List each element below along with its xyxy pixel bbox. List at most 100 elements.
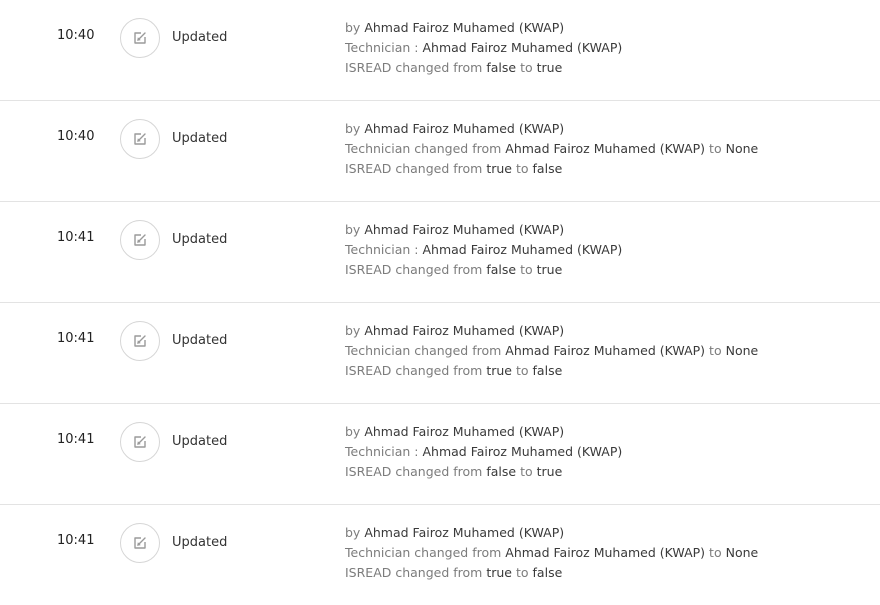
edit-icon [120,119,160,159]
changed-by-line: by Ahmad Fairoz Muhamed (KWAP) [345,422,622,442]
isread-old-value: false [486,262,517,277]
to-label: to [515,363,529,378]
isread-line: ISREAD changed from true to false [345,361,758,381]
action-label: Updated [172,535,228,550]
action-label: Updated [172,434,228,449]
history-entry: 10:41 Updated by Ahmad Fairoz Muhamed (KWA… [0,303,880,404]
change-details: by Ahmad Fairoz Muhamed (KWAP) Technician… [345,18,622,78]
technician-line: Technician : Ahmad Fairoz Muhamed (KWAP) [345,442,622,462]
to-label: to [515,565,529,580]
technician-label: Technician changed from [345,141,502,156]
isread-label: ISREAD changed from [345,60,483,75]
action-label: Updated [172,30,228,45]
changed-by-line: by Ahmad Fairoz Muhamed (KWAP) [345,119,758,139]
by-label: by [345,20,361,35]
by-label: by [345,222,361,237]
history-entry: 10:41 Updated by Ahmad Fairoz Muhamed (KWA… [0,404,880,505]
isread-new-value: true [536,464,563,479]
entry-time: 10:41 [57,331,95,346]
to-label: to [709,141,722,156]
isread-old-value: true [486,565,512,580]
technician-value: Ahmad Fairoz Muhamed (KWAP) [422,444,623,459]
changed-by-line: by Ahmad Fairoz Muhamed (KWAP) [345,18,622,38]
technician-new-value: None [725,343,759,358]
to-label: to [709,343,722,358]
isread-label: ISREAD changed from [345,262,483,277]
isread-line: ISREAD changed from false to true [345,260,622,280]
to-label: to [520,60,533,75]
entry-time: 10:40 [57,28,95,43]
user-name: Ahmad Fairoz Muhamed (KWAP) [364,121,565,136]
isread-old-value: true [486,161,512,176]
action-label: Updated [172,131,228,146]
changed-by-line: by Ahmad Fairoz Muhamed (KWAP) [345,523,758,543]
isread-old-value: false [486,60,517,75]
history-entry: 10:40 Updated by Ahmad Fairoz Muhamed (KWA… [0,0,880,101]
isread-old-value: false [486,464,517,479]
change-details: by Ahmad Fairoz Muhamed (KWAP) Technician… [345,422,622,482]
changed-by-line: by Ahmad Fairoz Muhamed (KWAP) [345,321,758,341]
entry-time: 10:40 [57,129,95,144]
isread-line: ISREAD changed from true to false [345,159,758,179]
change-details: by Ahmad Fairoz Muhamed (KWAP) Technician… [345,523,758,583]
change-details: by Ahmad Fairoz Muhamed (KWAP) Technician… [345,119,758,179]
by-label: by [345,323,361,338]
technician-old-value: Ahmad Fairoz Muhamed (KWAP) [505,141,706,156]
technician-label: Technician : [345,242,419,257]
isread-label: ISREAD changed from [345,565,483,580]
technician-value: Ahmad Fairoz Muhamed (KWAP) [422,40,623,55]
technician-label: Technician : [345,444,419,459]
isread-new-value: true [536,60,563,75]
edit-icon [120,523,160,563]
technician-line: Technician changed from Ahmad Fairoz Muh… [345,139,758,159]
to-label: to [709,545,722,560]
user-name: Ahmad Fairoz Muhamed (KWAP) [364,20,565,35]
change-details: by Ahmad Fairoz Muhamed (KWAP) Technician… [345,321,758,381]
isread-new-value: false [532,565,563,580]
technician-new-value: None [725,141,759,156]
isread-label: ISREAD changed from [345,464,483,479]
change-details: by Ahmad Fairoz Muhamed (KWAP) Technician… [345,220,622,280]
isread-new-value: false [532,363,563,378]
entry-time: 10:41 [57,533,95,548]
technician-line: Technician : Ahmad Fairoz Muhamed (KWAP) [345,240,622,260]
edit-icon [120,18,160,58]
technician-line: Technician : Ahmad Fairoz Muhamed (KWAP) [345,38,622,58]
technician-label: Technician changed from [345,545,502,560]
to-label: to [520,262,533,277]
action-label: Updated [172,232,228,247]
history-list: 10:40 Updated by Ahmad Fairoz Muhamed (KWA… [0,0,880,605]
technician-old-value: Ahmad Fairoz Muhamed (KWAP) [505,343,706,358]
user-name: Ahmad Fairoz Muhamed (KWAP) [364,323,565,338]
technician-old-value: Ahmad Fairoz Muhamed (KWAP) [505,545,706,560]
history-entry: 10:40 Updated by Ahmad Fairoz Muhamed (KWA… [0,101,880,202]
entry-time: 10:41 [57,230,95,245]
isread-line: ISREAD changed from false to true [345,58,622,78]
entry-time: 10:41 [57,432,95,447]
isread-old-value: true [486,363,512,378]
technician-new-value: None [725,545,759,560]
by-label: by [345,121,361,136]
by-label: by [345,525,361,540]
technician-value: Ahmad Fairoz Muhamed (KWAP) [422,242,623,257]
user-name: Ahmad Fairoz Muhamed (KWAP) [364,222,565,237]
action-label: Updated [172,333,228,348]
edit-icon [120,220,160,260]
isread-new-value: true [536,262,563,277]
user-name: Ahmad Fairoz Muhamed (KWAP) [364,424,565,439]
technician-label: Technician changed from [345,343,502,358]
history-entry: 10:41 Updated by Ahmad Fairoz Muhamed (KWA… [0,505,880,605]
isread-new-value: false [532,161,563,176]
user-name: Ahmad Fairoz Muhamed (KWAP) [364,525,565,540]
edit-icon [120,321,160,361]
isread-line: ISREAD changed from false to true [345,462,622,482]
isread-label: ISREAD changed from [345,161,483,176]
by-label: by [345,424,361,439]
to-label: to [515,161,529,176]
technician-line: Technician changed from Ahmad Fairoz Muh… [345,341,758,361]
changed-by-line: by Ahmad Fairoz Muhamed (KWAP) [345,220,622,240]
isread-label: ISREAD changed from [345,363,483,378]
history-entry: 10:41 Updated by Ahmad Fairoz Muhamed (KWA… [0,202,880,303]
edit-icon [120,422,160,462]
to-label: to [520,464,533,479]
